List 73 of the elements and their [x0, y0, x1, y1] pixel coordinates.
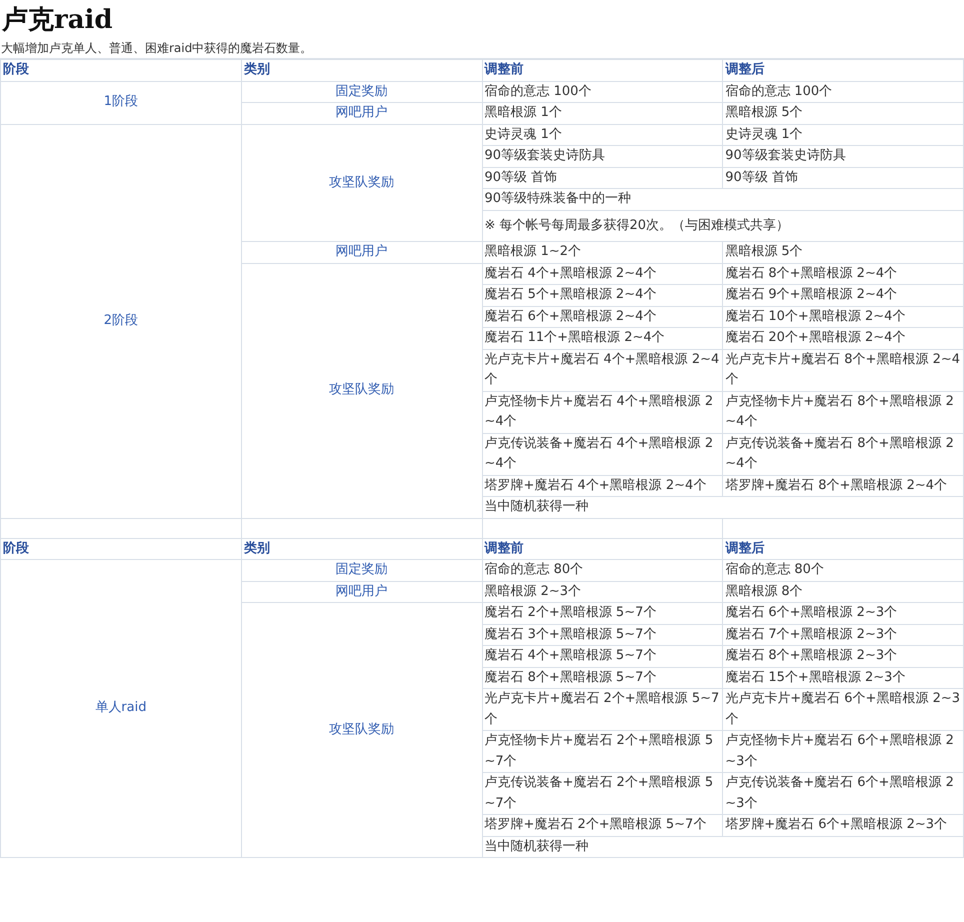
column-header: 调整前 [482, 538, 723, 560]
table-cell: 90等级 首饰 [482, 167, 723, 188]
table-cell: 塔罗牌+魔岩石 4个+黑暗根源 2~4个 [482, 475, 723, 496]
table-cell: 卢克怪物卡片+魔岩石 6个+黑暗根源 2~3个 [722, 730, 964, 772]
category-cell: 网吧用户 [241, 581, 482, 602]
table-cell: 宿命的意志 100个 [722, 81, 964, 102]
table-cell: 魔岩石 20个+黑暗根源 2~4个 [722, 328, 964, 349]
table-cell: 魔岩石 4个+黑暗根源 5~7个 [482, 646, 723, 667]
table-cell: 魔岩石 8个+黑暗根源 2~4个 [722, 263, 964, 284]
column-header: 调整后 [722, 60, 964, 81]
table-cell: 卢克传说装备+魔岩石 8个+黑暗根源 2~4个 [722, 433, 964, 475]
table-cell: 魔岩石 7个+黑暗根源 2~3个 [722, 624, 964, 646]
category-cell: 攻坚队奖励 [241, 124, 482, 242]
table-cell: 魔岩石 2个+黑暗根源 5~7个 [482, 602, 723, 624]
table-cell: 90等级 首饰 [722, 167, 964, 188]
table-cell: 魔岩石 8个+黑暗根源 2~3个 [722, 646, 964, 667]
table-cell: 宿命的意志 80个 [482, 560, 723, 581]
table-cell: 卢克怪物卡片+魔岩石 2个+黑暗根源 5~7个 [482, 730, 723, 772]
table-cell: 魔岩石 8个+黑暗根源 5~7个 [482, 667, 723, 688]
table-cell: 黑暗根源 5个 [722, 102, 964, 124]
table-cell: 史诗灵魂 1个 [482, 124, 723, 146]
table-cell: 光卢克卡片+魔岩石 2个+黑暗根源 5~7个 [482, 688, 723, 730]
description-text: 大幅增加卢克单人、普通、困难raid中获得的魔岩石数量。 [0, 38, 964, 59]
column-header: 阶段 [0, 538, 242, 560]
category-cell: 固定奖励 [241, 81, 482, 102]
table-cell: 黑暗根源 5个 [722, 242, 964, 263]
category-cell: 网吧用户 [241, 102, 482, 124]
table-cell: 魔岩石 5个+黑暗根源 2~4个 [482, 284, 723, 306]
table-cell: 光卢克卡片+魔岩石 8个+黑暗根源 2~4个 [722, 349, 964, 391]
column-header: 调整后 [722, 538, 964, 560]
table-cell: 90等级套装史诗防具 [722, 146, 964, 167]
table-cell: 魔岩石 4个+黑暗根源 2~4个 [482, 263, 723, 284]
table-cell: 卢克怪物卡片+魔岩石 8个+黑暗根源 2~4个 [722, 391, 964, 433]
table-cell: 卢克传说装备+魔岩石 6个+黑暗根源 2~3个 [722, 772, 964, 814]
table-cell: 卢克怪物卡片+魔岩石 4个+黑暗根源 2~4个 [482, 391, 723, 433]
table-cell: 当中随机获得一种 [482, 496, 964, 518]
column-header: 类别 [241, 538, 482, 560]
table-cell: 宿命的意志 100个 [482, 81, 723, 102]
table-cell: 黑暗根源 2~3个 [482, 581, 723, 602]
table-cell: 黑暗根源 1个 [482, 102, 723, 124]
table-cell: 当中随机获得一种 [482, 836, 964, 858]
category-cell: 固定奖励 [241, 560, 482, 581]
table-cell: 塔罗牌+魔岩石 2个+黑暗根源 5~7个 [482, 814, 723, 836]
category-cell: 网吧用户 [241, 242, 482, 263]
stage-cell: 单人raid [0, 560, 242, 858]
table-cell: 90等级特殊装备中的一种 [482, 188, 964, 210]
table-cell: 史诗灵魂 1个 [722, 124, 964, 146]
table-cell: 光卢克卡片+魔岩石 6个+黑暗根源 2~3个 [722, 688, 964, 730]
table-cell: 宿命的意志 80个 [722, 560, 964, 581]
table-cell: 卢克传说装备+魔岩石 2个+黑暗根源 5~7个 [482, 772, 723, 814]
column-header: 阶段 [0, 60, 242, 81]
table-cell: 黑暗根源 8个 [722, 581, 964, 602]
table-cell: 魔岩石 3个+黑暗根源 5~7个 [482, 624, 723, 646]
category-cell: 攻坚队奖励 [241, 263, 482, 518]
stage-cell: 2阶段 [0, 124, 242, 518]
table-cell: 魔岩石 6个+黑暗根源 2~3个 [722, 602, 964, 624]
category-cell: 攻坚队奖励 [241, 602, 482, 858]
table-cell: 魔岩石 6个+黑暗根源 2~4个 [482, 306, 723, 328]
table-cell: 卢克传说装备+魔岩石 4个+黑暗根源 2~4个 [482, 433, 723, 475]
table-cell: 黑暗根源 1~2个 [482, 242, 723, 263]
column-header: 类别 [241, 60, 482, 81]
table-cell: ※ 每个帐号每周最多获得20次。（与困难模式共享） [482, 210, 964, 242]
table-cell: 魔岩石 10个+黑暗根源 2~4个 [722, 306, 964, 328]
table-cell: 塔罗牌+魔岩石 8个+黑暗根源 2~4个 [722, 475, 964, 496]
page-title: 卢克raid [0, 4, 114, 37]
table-cell: 魔岩石 15个+黑暗根源 2~3个 [722, 667, 964, 688]
table-cell: 光卢克卡片+魔岩石 4个+黑暗根源 2~4个 [482, 349, 723, 391]
table-cell: 魔岩石 9个+黑暗根源 2~4个 [722, 284, 964, 306]
table-cell: 塔罗牌+魔岩石 6个+黑暗根源 2~3个 [722, 814, 964, 836]
table-cell: 90等级套装史诗防具 [482, 146, 723, 167]
table-cell: 魔岩石 11个+黑暗根源 2~4个 [482, 328, 723, 349]
column-header: 调整前 [482, 60, 723, 81]
stage-cell: 1阶段 [0, 81, 242, 124]
